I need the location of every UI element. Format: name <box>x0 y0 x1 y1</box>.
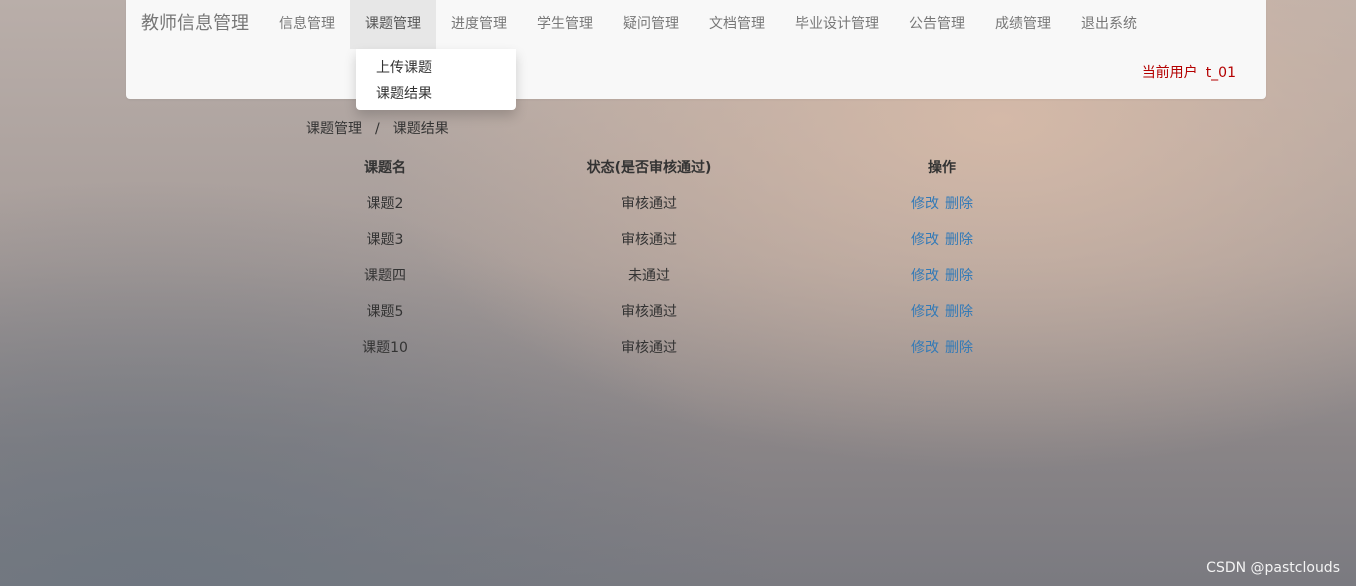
nav-item-grade-management[interactable]: 成绩管理 <box>980 0 1066 49</box>
table-row: 课题5 审核通过 修改 删除 <box>296 293 1060 329</box>
delete-link[interactable]: 删除 <box>945 196 973 212</box>
dropdown-item-topic-results[interactable]: 课题结果 <box>356 81 516 107</box>
edit-link[interactable]: 修改 <box>911 340 939 356</box>
current-user-label: 当前用户 <box>1141 65 1198 81</box>
edit-link[interactable]: 修改 <box>911 232 939 248</box>
cell-operations: 修改 删除 <box>824 293 1060 329</box>
breadcrumb: 课题管理 / 课题结果 <box>306 118 449 140</box>
cell-operations: 修改 删除 <box>824 329 1060 365</box>
table-row: 课题3 审核通过 修改 删除 <box>296 221 1060 257</box>
cell-topic-name: 课题10 <box>362 340 408 356</box>
cell-status: 审核通过 <box>621 340 677 356</box>
nav-item-graduation-design-management[interactable]: 毕业设计管理 <box>780 0 894 49</box>
cell-topic-name: 课题2 <box>366 196 404 212</box>
cell-topic-name: 课题3 <box>366 232 404 248</box>
cell-status: 审核通过 <box>621 232 677 248</box>
breadcrumb-separator: / <box>375 121 380 137</box>
nav-item-topic-management[interactable]: 课题管理 <box>350 0 436 49</box>
header-operations: 操作 <box>928 160 956 176</box>
nav-item-document-management[interactable]: 文档管理 <box>694 0 780 49</box>
table-row: 课题四 未通过 修改 删除 <box>296 257 1060 293</box>
dropdown-item-upload-topic[interactable]: 上传课题 <box>356 55 516 81</box>
cell-operations: 修改 删除 <box>824 185 1060 221</box>
nav-item-announcement-management[interactable]: 公告管理 <box>894 0 980 49</box>
cell-status: 审核通过 <box>621 196 677 212</box>
cell-topic-name: 课题四 <box>364 268 406 284</box>
delete-link[interactable]: 删除 <box>945 304 973 320</box>
cell-operations: 修改 删除 <box>824 257 1060 293</box>
nav-menu: 信息管理 课题管理 进度管理 学生管理 疑问管理 文档管理 毕业设计管理 公告管… <box>264 0 1152 49</box>
edit-link[interactable]: 修改 <box>911 268 939 284</box>
breadcrumb-item-topic-results: 课题结果 <box>392 121 449 137</box>
table-row: 课题2 审核通过 修改 删除 <box>296 185 1060 221</box>
topic-results-table: 课题名 状态(是否审核通过) 操作 课题2 审核通过 修改 删除 课题3 审核通过… <box>296 149 1060 365</box>
cell-topic-name: 课题5 <box>366 304 404 320</box>
edit-link[interactable]: 修改 <box>911 196 939 212</box>
nav-item-logout[interactable]: 退出系统 <box>1066 0 1152 49</box>
nav-item-student-management[interactable]: 学生管理 <box>522 0 608 49</box>
top-navbar: 教师信息管理 信息管理 课题管理 进度管理 学生管理 疑问管理 文档管理 毕业设… <box>126 0 1266 99</box>
cell-status: 审核通过 <box>621 304 677 320</box>
table-row: 课题10 审核通过 修改 删除 <box>296 329 1060 365</box>
topic-management-dropdown: 上传课题 课题结果 <box>356 49 516 110</box>
delete-link[interactable]: 删除 <box>945 268 973 284</box>
cell-status: 未通过 <box>628 268 670 284</box>
nav-item-info-management[interactable]: 信息管理 <box>264 0 350 49</box>
delete-link[interactable]: 删除 <box>945 232 973 248</box>
edit-link[interactable]: 修改 <box>911 304 939 320</box>
delete-link[interactable]: 删除 <box>945 340 973 356</box>
current-user-info: 当前用户 t_01 <box>1142 62 1236 82</box>
table-header-row: 课题名 状态(是否审核通过) 操作 <box>296 149 1060 185</box>
current-username: t_01 <box>1205 65 1236 81</box>
nav-item-progress-management[interactable]: 进度管理 <box>436 0 522 49</box>
header-topic-name: 课题名 <box>364 160 406 176</box>
brand-title[interactable]: 教师信息管理 <box>141 0 249 48</box>
cell-operations: 修改 删除 <box>824 221 1060 257</box>
breadcrumb-item-topic-management[interactable]: 课题管理 <box>306 121 362 137</box>
watermark: CSDN @pastclouds <box>1206 560 1340 576</box>
nav-item-question-management[interactable]: 疑问管理 <box>608 0 694 49</box>
header-status: 状态(是否审核通过) <box>586 160 712 176</box>
